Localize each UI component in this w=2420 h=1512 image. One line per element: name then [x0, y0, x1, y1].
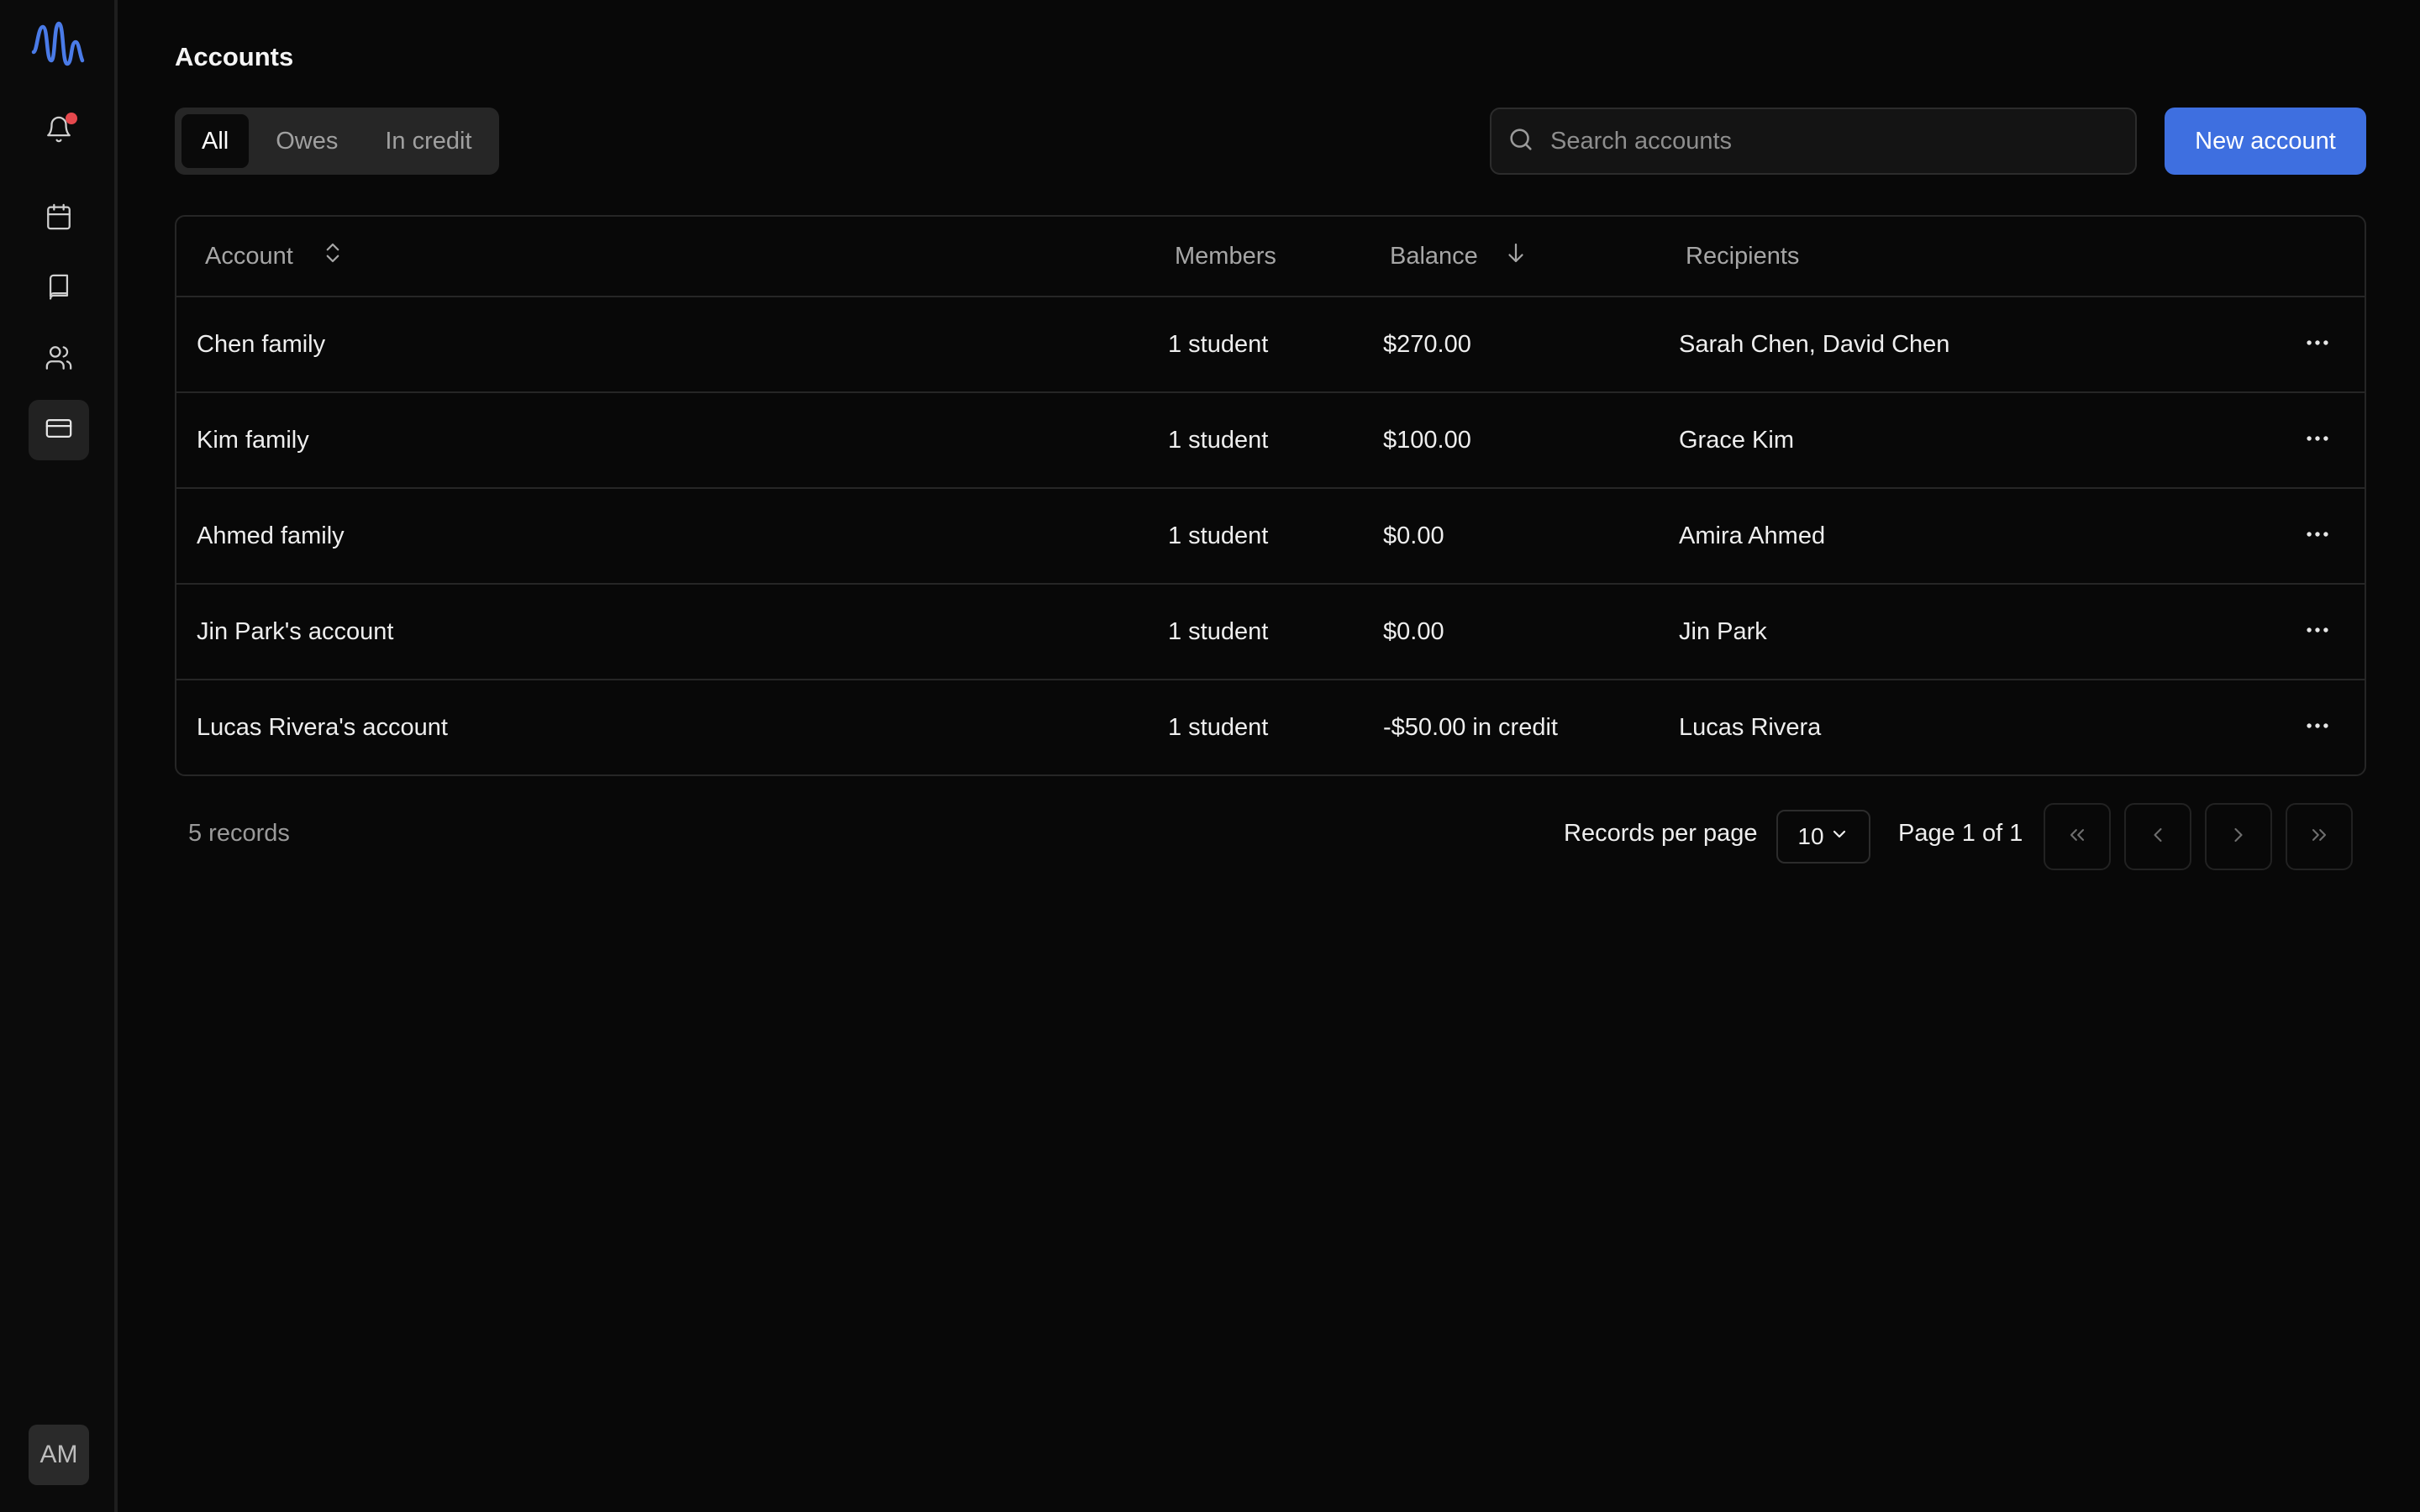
- account-name: Kim family: [197, 426, 309, 454]
- column-header-members: Members: [1175, 217, 1276, 296]
- table-row[interactable]: Kim family 1 student $100.00 Grace Kim: [176, 393, 2365, 489]
- column-label-balance: Balance: [1390, 242, 1478, 270]
- tab-all[interactable]: All: [182, 114, 250, 168]
- column-label-account: Account: [205, 242, 293, 270]
- members-count: 1 student: [1168, 713, 1269, 741]
- sidebar-item-calendar[interactable]: [29, 188, 89, 249]
- balance-value: -$50.00 in credit: [1383, 713, 1558, 741]
- account-filter-tabs: All Owes In credit: [175, 108, 499, 175]
- calendar-icon: [45, 202, 73, 235]
- ellipsis-icon: [2303, 520, 2332, 553]
- rows-per-page-select[interactable]: 10: [1776, 810, 1870, 864]
- account-name: Ahmed family: [197, 522, 345, 549]
- next-page-button[interactable]: [2205, 803, 2272, 870]
- balance-value: $0.00: [1383, 617, 1444, 645]
- more-options-button[interactable]: [2301, 615, 2334, 648]
- column-header-account[interactable]: Account: [205, 217, 345, 296]
- records-count: 5 records: [188, 820, 290, 847]
- recipients: Lucas Rivera: [1679, 713, 1822, 741]
- avatar[interactable]: AM: [29, 1425, 89, 1485]
- ellipsis-icon: [2303, 711, 2332, 744]
- more-options-button[interactable]: [2301, 711, 2334, 744]
- members-count: 1 student: [1168, 617, 1269, 645]
- ellipsis-icon: [2303, 616, 2332, 648]
- first-page-button[interactable]: [2044, 803, 2111, 870]
- account-name: Lucas Rivera's account: [197, 713, 448, 741]
- chevron-right-icon: [2227, 823, 2250, 851]
- sidebar-item-people[interactable]: [29, 329, 89, 390]
- recipients: Jin Park: [1679, 617, 1767, 645]
- ellipsis-icon: [2303, 328, 2332, 361]
- more-options-button[interactable]: [2301, 328, 2334, 361]
- previous-page-button[interactable]: [2124, 803, 2191, 870]
- table-row[interactable]: Lucas Rivera's account 1 student -$50.00…: [176, 680, 2365, 774]
- rows-per-page-label: Records per page: [1564, 820, 1758, 847]
- notifications-button[interactable]: [29, 101, 89, 161]
- column-label-recipients: Recipients: [1686, 242, 1800, 270]
- table-row[interactable]: Ahmed family 1 student $0.00 Amira Ahmed: [176, 489, 2365, 585]
- search-box: [1490, 108, 2137, 175]
- column-header-recipients: Recipients: [1686, 217, 1799, 296]
- accounts-table: Account Members Balance Recipients Chen …: [175, 215, 2366, 776]
- recipients: Sarah Chen, David Chen: [1679, 330, 1950, 358]
- notification-dot: [66, 113, 77, 124]
- tab-in-credit[interactable]: In credit: [365, 114, 492, 168]
- sidebar-item-accounts[interactable]: [29, 400, 89, 460]
- sidebar: AM: [0, 0, 118, 1512]
- balance-value: $270.00: [1383, 330, 1471, 358]
- users-icon: [45, 344, 73, 376]
- recipients: Amira Ahmed: [1679, 522, 1826, 549]
- members-count: 1 student: [1168, 522, 1269, 549]
- table-row[interactable]: Jin Park's account 1 student $0.00 Jin P…: [176, 585, 2365, 680]
- search-input[interactable]: [1549, 126, 2103, 156]
- search-icon: [1507, 125, 1535, 158]
- account-name: Chen family: [197, 330, 326, 358]
- chevrons-left-icon: [2065, 823, 2089, 851]
- members-count: 1 student: [1168, 426, 1269, 454]
- new-account-button[interactable]: New account: [2165, 108, 2366, 175]
- page-title: Accounts: [175, 42, 294, 71]
- balance-value: $0.00: [1383, 522, 1444, 549]
- balance-value: $100.00: [1383, 426, 1471, 454]
- more-options-button[interactable]: [2301, 423, 2334, 457]
- column-header-balance[interactable]: Balance: [1390, 217, 1528, 296]
- arrow-down-icon: [1478, 240, 1528, 272]
- account-name: Jin Park's account: [197, 617, 394, 645]
- more-options-button[interactable]: [2301, 519, 2334, 553]
- tab-owes[interactable]: Owes: [255, 114, 358, 168]
- page-indicator: Page 1 of 1: [1898, 820, 2023, 847]
- table-row[interactable]: Chen family 1 student $270.00 Sarah Chen…: [176, 297, 2365, 393]
- book-icon: [45, 273, 73, 306]
- last-page-button[interactable]: [2286, 803, 2353, 870]
- credit-card-icon: [45, 414, 73, 447]
- chevron-down-icon: [1829, 823, 1849, 850]
- sidebar-item-library[interactable]: [29, 259, 89, 319]
- ellipsis-icon: [2303, 424, 2332, 457]
- chevrons-right-icon: [2307, 823, 2331, 851]
- wave-logo-icon[interactable]: [30, 18, 86, 69]
- table-header: Account Members Balance Recipients: [176, 217, 2365, 297]
- members-count: 1 student: [1168, 330, 1269, 358]
- chevron-left-icon: [2146, 823, 2170, 851]
- column-label-members: Members: [1175, 242, 1276, 270]
- rows-per-page-value: 10: [1797, 823, 1824, 849]
- sort-icon: [293, 240, 345, 272]
- recipients: Grace Kim: [1679, 426, 1794, 454]
